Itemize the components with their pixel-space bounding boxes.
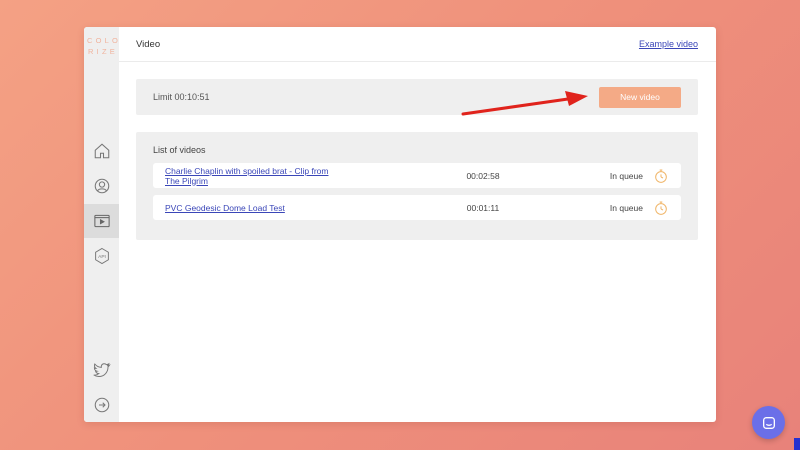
- app-window: COLO RIZE API Video Example video Limit …: [84, 27, 716, 422]
- sidebar-item-profile[interactable]: [84, 169, 119, 203]
- new-video-button[interactable]: New video: [599, 86, 681, 108]
- api-icon: API: [94, 247, 109, 265]
- limit-text: Limit 00:10:51: [153, 92, 210, 102]
- sidebar-item-home[interactable]: [84, 134, 119, 168]
- video-name-link[interactable]: Charlie Chaplin with spoiled brat - Clip…: [165, 166, 355, 186]
- logo-line-2: RIZE: [88, 47, 118, 56]
- video-list-panel: List of videos Charlie Chaplin with spoi…: [136, 132, 698, 240]
- video-name-line-1: PVC Geodesic Dome Load Test: [165, 202, 285, 213]
- video-status: In queue: [609, 170, 643, 181]
- svg-text:API: API: [98, 254, 106, 260]
- page-title: Video: [136, 38, 161, 50]
- sidebar: COLO RIZE API: [84, 27, 119, 422]
- example-video-link[interactable]: Example video: [639, 39, 698, 49]
- video-name-line-2: The Pilgrim: [165, 175, 208, 186]
- video-status: In queue: [609, 202, 643, 213]
- video-row: PVC Geodesic Dome Load Test 00:01:11 In …: [153, 195, 681, 220]
- home-icon: [94, 143, 109, 159]
- video-name-link[interactable]: PVC Geodesic Dome Load Test: [165, 203, 355, 213]
- video-duration: 00:02:58: [466, 170, 500, 181]
- stopwatch-icon: [655, 201, 667, 215]
- logo: COLO RIZE: [84, 35, 119, 57]
- stopwatch-icon: [655, 169, 667, 183]
- video-icon: [93, 214, 110, 228]
- corner-mark: [794, 438, 800, 450]
- main-content: Video Example video Limit 00:10:51 New v…: [119, 27, 716, 422]
- sidebar-item-video[interactable]: [84, 204, 119, 238]
- logo-line-1: COLO: [87, 36, 122, 45]
- logout-icon: [94, 397, 109, 413]
- list-title: List of videos: [153, 145, 206, 155]
- header: Video Example video: [119, 27, 716, 62]
- chat-button[interactable]: [752, 406, 785, 439]
- twitter-icon: [92, 362, 111, 378]
- video-row: Charlie Chaplin with spoiled brat - Clip…: [153, 163, 681, 188]
- video-name-line-1: Charlie Chaplin with spoiled brat - Clip…: [165, 165, 329, 176]
- sidebar-item-logout[interactable]: [84, 388, 119, 422]
- chat-icon: [762, 416, 775, 429]
- sidebar-item-twitter[interactable]: [84, 353, 119, 387]
- sidebar-item-api[interactable]: API: [84, 239, 119, 273]
- video-duration: 00:01:11: [466, 202, 500, 213]
- limit-panel: Limit 00:10:51 New video: [136, 79, 698, 115]
- user-icon: [94, 178, 109, 194]
